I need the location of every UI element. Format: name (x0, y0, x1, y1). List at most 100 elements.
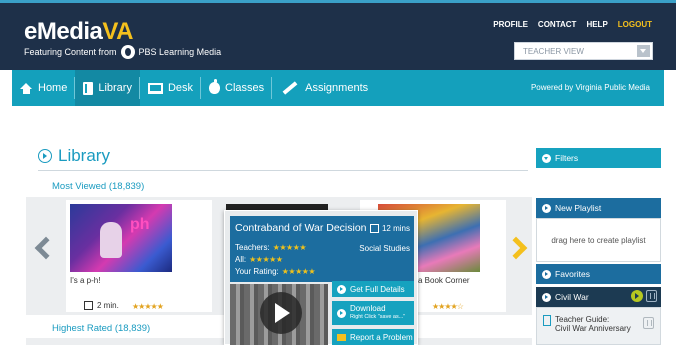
nav-item-home[interactable]: Home (12, 70, 76, 106)
card-title[interactable]: a Book Corner (418, 276, 470, 285)
nav-label-assignments: Assignments (305, 82, 369, 94)
report-label: Report a Problem (350, 332, 413, 342)
filters-toggle[interactable]: Filters (536, 148, 661, 168)
playlist-item[interactable]: Teacher Guide: Civil War Anniversary (536, 307, 661, 345)
help-link[interactable]: HELP (586, 20, 607, 29)
featuring-line: Featuring Content from PBS Learning Medi… (24, 45, 221, 59)
video-preview-popup: Contraband of War Decision 12 mins Teach… (224, 210, 418, 345)
card-meta: 2 min. (84, 301, 119, 310)
flag-icon (337, 333, 346, 341)
playlist-item-text: Teacher Guide: Civil War Anniversary (555, 315, 631, 333)
download-hint: Right Click "save as..." (350, 314, 406, 320)
main-nav: Home Library Desk Classes Assignments Po… (12, 70, 664, 106)
card-rating: ★★★★☆ (432, 302, 464, 311)
popup-video-player[interactable] (230, 284, 328, 345)
brand-accent: VA (102, 18, 133, 45)
header-top-line (0, 0, 676, 3)
video-thumbnail[interactable]: ph (70, 204, 172, 272)
thumbnail-ph-mark: ph (130, 216, 150, 233)
playlist-civil-war[interactable]: Civil War (536, 287, 661, 307)
your-rating-label: Your Rating: (235, 267, 279, 276)
filters-label: Filters (555, 153, 579, 163)
highest-rated-label[interactable]: Highest Rated (18,839) (52, 323, 150, 334)
nav-label-home: Home (38, 82, 68, 94)
card-duration: 2 min. (97, 301, 119, 310)
home-icon (20, 82, 33, 94)
teachers-label: Teachers: (235, 243, 270, 252)
all-rating: All: ★★★★★ (235, 255, 283, 264)
circle-arrow-icon (38, 149, 52, 163)
favorites-label: Favorites (555, 269, 590, 279)
site-header: eMediaVA Featuring Content from PBS Lear… (0, 0, 676, 70)
featuring-label: Featuring Content from (24, 47, 117, 57)
trash-icon[interactable] (643, 317, 654, 329)
card-rating: ★★★★★ (132, 302, 164, 311)
popup-duration-text: 12 mins (381, 224, 410, 233)
new-playlist-label: New Playlist (555, 203, 602, 213)
popup-duration: 12 mins (369, 224, 410, 233)
page-title-text: Library (58, 146, 110, 165)
playlist-drop-zone[interactable]: drag here to create playlist (536, 218, 661, 262)
download-label: Download (350, 304, 386, 313)
film-icon (84, 301, 93, 310)
chevron-down-icon[interactable] (637, 45, 650, 57)
library-icon (83, 81, 94, 95)
page-title: Library (38, 146, 110, 166)
desk-icon (147, 82, 163, 94)
title-divider (38, 170, 528, 171)
nav-item-library[interactable]: Library (75, 70, 140, 106)
nav-label-classes: Classes (225, 82, 265, 94)
favorites-toggle[interactable]: Favorites (536, 264, 661, 284)
teachers-stars: ★★★★★ (272, 243, 307, 252)
brand-logo[interactable]: eMediaVA (24, 18, 133, 46)
playlist-actions (631, 290, 657, 302)
video-card[interactable]: ph I's a p-h! 2 min. ★★★★★ (66, 200, 212, 312)
download-button[interactable]: Download Right Click "save as..." (332, 301, 414, 325)
download-text: Download Right Click "save as..." (350, 305, 405, 321)
new-playlist-button[interactable]: New Playlist (536, 198, 661, 218)
details-label: Get Full Details (350, 284, 405, 294)
playlist-item-line1: Teacher Guide: (555, 315, 610, 324)
powered-by: Powered by Virginia Public Media (530, 83, 650, 92)
report-problem-button[interactable]: Report a Problem (332, 329, 414, 345)
profile-link[interactable]: PROFILE (493, 20, 528, 29)
trash-icon[interactable] (646, 290, 657, 302)
nav-item-classes[interactable]: Classes (201, 70, 273, 106)
pbs-logo-icon (120, 45, 135, 59)
play-playlist-icon[interactable] (631, 290, 643, 302)
film-icon (369, 224, 379, 233)
arrow-circle-icon (337, 284, 346, 294)
all-label: All: (235, 255, 247, 264)
arrow-circle-icon (542, 292, 551, 302)
arrow-circle-icon (337, 308, 346, 318)
thumbnail-figure (100, 222, 122, 258)
document-icon (543, 315, 551, 326)
chevron-down-icon (542, 153, 551, 163)
card-title[interactable]: I's a p-h! (70, 276, 100, 285)
arrow-circle-icon (542, 203, 551, 213)
all-stars: ★★★★★ (249, 255, 283, 264)
top-nav: PROFILE CONTACT HELP LOGOUT (493, 20, 652, 29)
logout-link[interactable]: LOGOUT (618, 20, 652, 29)
view-select[interactable]: TEACHER VIEW (514, 42, 653, 60)
pencil-icon (282, 81, 298, 95)
nav-item-assignments[interactable]: Assignments (272, 70, 376, 106)
get-full-details-button[interactable]: Get Full Details (332, 281, 414, 297)
playlist-item-line2: Civil War Anniversary (555, 324, 631, 333)
your-rating-stars[interactable]: ★★★★★ (282, 267, 316, 276)
popup-header: Contraband of War Decision 12 mins Teach… (230, 216, 414, 282)
your-rating[interactable]: Your Rating: ★★★★★ (235, 267, 316, 276)
teachers-rating: Teachers: ★★★★★ (235, 243, 307, 252)
arrow-circle-icon (542, 269, 551, 279)
nav-item-desk[interactable]: Desk (140, 70, 202, 106)
play-icon[interactable] (260, 292, 302, 334)
apple-icon (209, 79, 221, 94)
popup-subject: Social Studies (359, 244, 410, 253)
nav-label-library: Library (98, 82, 132, 94)
nav-label-desk: Desk (167, 82, 194, 94)
most-viewed-label[interactable]: Most Viewed (18,839) (52, 181, 144, 192)
contact-link[interactable]: CONTACT (538, 20, 577, 29)
view-select-value: TEACHER VIEW (523, 47, 584, 56)
popup-title[interactable]: Contraband of War Decision (235, 222, 367, 234)
playlist-name: Civil War (555, 292, 589, 302)
